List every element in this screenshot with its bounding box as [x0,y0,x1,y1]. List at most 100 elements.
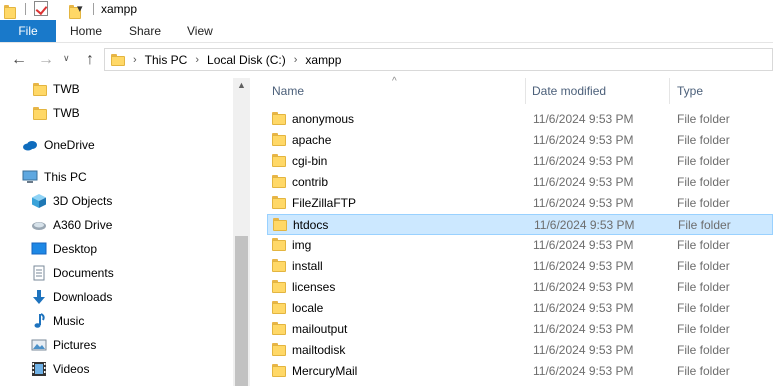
folder-icon [272,301,286,314]
file-type: File folder [677,175,730,189]
folder-icon [272,322,286,335]
file-name: install [292,259,323,273]
folder-icon [272,154,286,167]
sidebar-item-this-pc[interactable]: This PC [22,166,87,188]
title-bar: ▾ xampp [0,0,773,20]
file-date-modified: 11/6/2024 9:53 PM [533,112,634,126]
file-row[interactable]: contrib 11/6/2024 9:53 PM File folder [267,172,773,193]
column-header-type[interactable]: Type [677,78,703,104]
folder-icon [272,364,286,377]
column-header-date-modified[interactable]: Date modified [532,78,606,104]
address-bar[interactable]: › This PC › Local Disk (C:) › xampp [104,48,773,71]
sidebar-item-onedrive[interactable]: OneDrive [22,134,95,156]
sidebar-item-label: OneDrive [44,138,95,152]
download-arrow-icon [31,289,47,305]
desktop-icon [31,241,47,257]
sidebar-item-label: Downloads [53,290,113,304]
column-divider[interactable] [669,78,670,104]
sidebar-item-a360-drive[interactable]: A360 Drive [31,214,112,236]
file-date-modified: 11/6/2024 9:53 PM [534,218,635,232]
sidebar-item-3d-objects[interactable]: 3D Objects [31,190,112,212]
file-date-modified: 11/6/2024 9:53 PM [533,196,634,210]
file-type: File folder [677,322,730,336]
customize-quick-access-icon[interactable]: ▾ [77,2,83,15]
folder-icon [272,238,286,251]
file-row[interactable]: mailoutput 11/6/2024 9:53 PM File folder [267,319,773,340]
chevron-right-icon[interactable]: › [133,54,137,66]
pictures-icon [31,337,47,353]
breadcrumb-this-pc[interactable]: This PC [145,53,188,67]
cloud-icon [22,137,38,153]
file-date-modified: 11/6/2024 9:53 PM [533,133,634,147]
sidebar-item-twb[interactable]: TWB [33,78,80,100]
file-name: MercuryMail [292,364,358,378]
folder-icon [272,133,286,146]
chevron-right-icon[interactable]: › [294,54,298,66]
tab-share[interactable]: Share [129,20,161,42]
file-name: FileZillaFTP [292,196,357,210]
file-date-modified: 11/6/2024 9:53 PM [533,259,634,273]
toolbar-separator [93,3,94,15]
cube-icon [31,193,47,209]
chevron-right-icon[interactable]: › [195,54,199,66]
file-row[interactable]: locale 11/6/2024 9:53 PM File folder [267,298,773,319]
folder-icon[interactable] [4,5,16,19]
sidebar-item-label: 3D Objects [53,194,113,208]
file-type: File folder [677,259,730,273]
sidebar-item-label: Pictures [53,338,97,352]
folder-icon [33,82,47,96]
file-row[interactable]: img 11/6/2024 9:53 PM File folder [267,235,773,256]
sidebar-item-desktop[interactable]: Desktop [31,238,97,260]
file-date-modified: 11/6/2024 9:53 PM [533,238,634,252]
column-divider[interactable] [525,78,526,104]
tab-view[interactable]: View [187,20,213,42]
breadcrumb-local-disk[interactable]: Local Disk (C:) [207,53,286,67]
sidebar-item-documents[interactable]: Documents [31,262,114,284]
file-date-modified: 11/6/2024 9:53 PM [533,364,634,378]
file-row[interactable]: install 11/6/2024 9:53 PM File folder [267,256,773,277]
file-type: File folder [677,196,730,210]
folder-icon [272,343,286,356]
file-row[interactable]: mailtodisk 11/6/2024 9:53 PM File folder [267,340,773,361]
up-arrow-icon[interactable]: ↑ [86,51,94,69]
toolbar-separator [25,3,26,15]
recent-locations-chevron-icon[interactable]: ∨ [63,53,70,64]
file-row[interactable]: cgi-bin 11/6/2024 9:53 PM File folder [267,151,773,172]
scrollbar-thumb[interactable] [235,236,248,386]
tab-file[interactable]: File [0,20,56,42]
sidebar-item-downloads[interactable]: Downloads [31,286,112,308]
file-name: mailoutput [292,322,348,336]
sidebar-item-videos[interactable]: Videos [31,358,89,380]
ribbon-tabs: File Home Share View [0,20,773,42]
back-arrow-icon[interactable]: ← [11,51,27,69]
file-type: File folder [677,343,730,357]
folder-icon [272,196,286,209]
file-row[interactable]: apache 11/6/2024 9:53 PM File folder [267,130,773,151]
folder-icon [111,53,125,66]
tab-home[interactable]: Home [70,20,102,42]
sidebar-item-twb[interactable]: TWB [33,102,80,124]
forward-arrow-icon[interactable]: → [38,51,54,69]
scroll-up-arrow-icon[interactable]: ▲ [233,80,250,94]
file-date-modified: 11/6/2024 9:53 PM [533,322,634,336]
file-name: anonymous [292,112,355,126]
sidebar-item-pictures[interactable]: Pictures [31,334,96,356]
sidebar-item-label: Videos [53,362,90,376]
folder-icon [33,106,47,120]
column-header-name[interactable]: Name [272,78,304,104]
file-row[interactable]: MercuryMail 11/6/2024 9:53 PM File folder [267,361,773,382]
folder-icon [273,218,287,231]
sidebar-item-label: Documents [53,266,114,280]
file-row[interactable]: anonymous 11/6/2024 9:53 PM File folder [267,109,773,130]
file-row[interactable]: licenses 11/6/2024 9:53 PM File folder [267,277,773,298]
file-row[interactable]: htdocs 11/6/2024 9:53 PM File folder [267,214,773,235]
file-date-modified: 11/6/2024 9:53 PM [533,343,634,357]
properties-icon[interactable] [34,1,48,16]
file-row[interactable]: FileZillaFTP 11/6/2024 9:53 PM File folder [267,193,773,214]
breadcrumb-xampp[interactable]: xampp [305,53,341,67]
folder-icon [272,175,286,188]
file-type: File folder [677,133,730,147]
film-icon [31,361,47,377]
navigation-pane-scrollbar[interactable]: ▲ [233,78,250,386]
sidebar-item-music[interactable]: Music [31,310,84,332]
